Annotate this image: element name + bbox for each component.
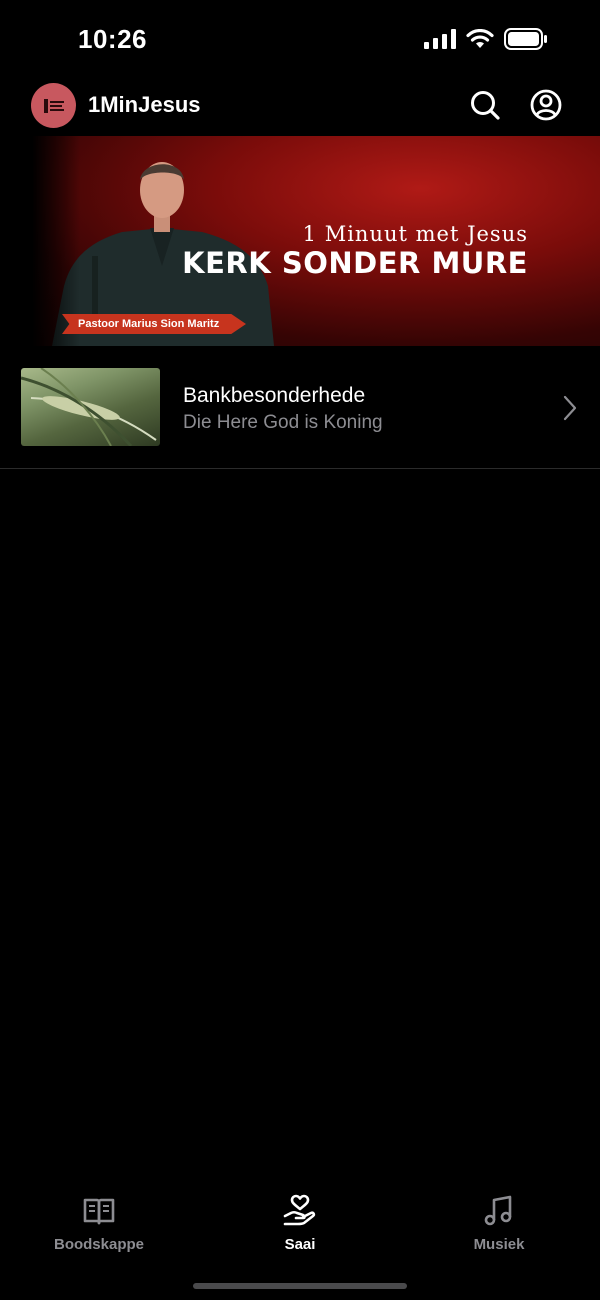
chevron-right-icon (563, 395, 577, 421)
wheat-image (21, 368, 157, 446)
speaker-name: Pastoor Marius Sion Maritz (78, 318, 220, 330)
banner-title: KERK SONDER MURE (182, 246, 528, 280)
app-logo[interactable] (31, 83, 76, 128)
logo-icon (43, 98, 64, 113)
wifi-icon (466, 29, 494, 48)
list-item-bankbesonderhede[interactable]: Bankbesonderhede Die Here God is Koning (0, 346, 600, 469)
tab-musiek[interactable]: Musiek (429, 1194, 569, 1253)
status-time: 10:26 (78, 24, 147, 54)
cellular-signal-icon (424, 29, 456, 49)
status-bar: 10:26 (0, 0, 600, 80)
tab-saai[interactable]: Saai (230, 1194, 370, 1253)
tab-label: Musiek (473, 1236, 525, 1253)
tab-boodskappe[interactable]: Boodskappe (29, 1194, 169, 1253)
list-item-title: Bankbesonderhede (183, 384, 366, 407)
app-title: 1MinJesus (88, 92, 201, 117)
banner-subtitle: 1 Minuut met Jesus (302, 222, 528, 246)
featured-banner[interactable]: 1 Minuut met Jesus KERK SONDER MURE Past… (0, 136, 600, 346)
tab-bar: Boodskappe Saai Musiek (0, 1180, 600, 1300)
tab-label: Boodskappe (53, 1236, 144, 1253)
battery-icon (504, 28, 547, 50)
speaker-ribbon: Pastoor Marius Sion Maritz (62, 314, 246, 334)
app-header: 1MinJesus (0, 80, 600, 136)
music-note-icon (484, 1195, 512, 1226)
wheat-thumbnail (21, 368, 160, 446)
book-icon (83, 1198, 115, 1225)
hand-heart-icon (283, 1194, 316, 1226)
tab-label: Saai (284, 1236, 316, 1253)
home-indicator[interactable] (193, 1283, 407, 1289)
status-icons (424, 28, 548, 50)
profile-icon[interactable] (529, 88, 563, 122)
list-item-subtitle: Die Here God is Koning (183, 412, 383, 433)
search-icon[interactable] (468, 88, 502, 122)
